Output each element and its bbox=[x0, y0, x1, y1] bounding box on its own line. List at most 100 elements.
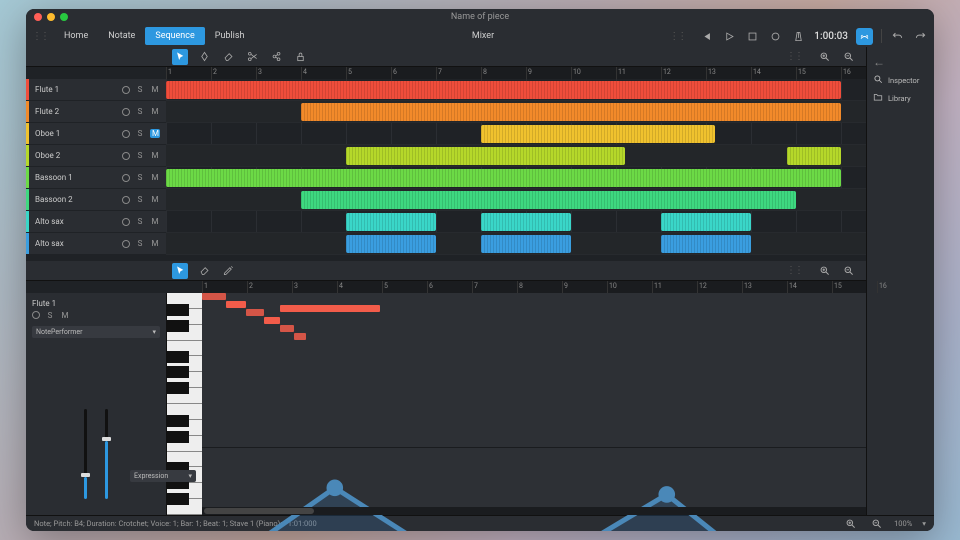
clip[interactable] bbox=[166, 81, 841, 99]
mute-button[interactable]: M bbox=[150, 173, 160, 182]
mute-button[interactable]: M bbox=[150, 195, 160, 204]
maximize-button[interactable] bbox=[60, 13, 68, 21]
solo-button[interactable]: S bbox=[135, 151, 145, 160]
clip[interactable] bbox=[346, 235, 436, 253]
mute-button[interactable]: M bbox=[60, 311, 70, 320]
minimize-button[interactable] bbox=[47, 13, 55, 21]
track-header[interactable]: Oboe 2SM bbox=[26, 145, 166, 167]
automation-mode-select[interactable]: Expression▾ bbox=[130, 470, 196, 482]
zoom-in-button[interactable] bbox=[816, 49, 832, 65]
track-header[interactable]: Bassoon 1SM bbox=[26, 167, 166, 189]
record-arm-button[interactable] bbox=[122, 152, 130, 160]
link-tool[interactable] bbox=[268, 49, 284, 65]
track-lanes[interactable] bbox=[166, 79, 866, 255]
clip[interactable] bbox=[301, 103, 841, 121]
solo-button[interactable]: S bbox=[135, 217, 145, 226]
draw-tool[interactable] bbox=[220, 263, 236, 279]
mixer-toggle[interactable]: Mixer bbox=[466, 31, 494, 41]
record-arm-button[interactable] bbox=[122, 218, 130, 226]
solo-button[interactable]: S bbox=[135, 85, 145, 94]
scissors-tool[interactable] bbox=[244, 49, 260, 65]
ruler[interactable]: 12345678910111213141516 bbox=[202, 281, 866, 293]
redo-button[interactable] bbox=[913, 29, 928, 44]
menubar-tab-home[interactable]: Home bbox=[54, 27, 98, 45]
view-button[interactable] bbox=[856, 28, 873, 45]
record-arm-button[interactable] bbox=[122, 108, 130, 116]
note[interactable] bbox=[246, 309, 264, 316]
zoom-out-button[interactable] bbox=[840, 49, 856, 65]
track-header[interactable]: Oboe 1SM bbox=[26, 123, 166, 145]
clip[interactable] bbox=[481, 213, 571, 231]
track-header[interactable]: Alto saxSM bbox=[26, 233, 166, 255]
record-arm-button[interactable] bbox=[122, 174, 130, 182]
piano-roll[interactable] bbox=[202, 293, 866, 447]
track-lane[interactable] bbox=[166, 211, 866, 233]
track-lane[interactable] bbox=[166, 189, 866, 211]
track-lane[interactable] bbox=[166, 167, 866, 189]
erase-tool[interactable] bbox=[220, 49, 236, 65]
ruler[interactable]: 12345678910111213141516 bbox=[166, 67, 866, 79]
track-lane[interactable] bbox=[166, 123, 866, 145]
skip-back-button[interactable] bbox=[699, 29, 714, 44]
track-header[interactable]: Bassoon 2SM bbox=[26, 189, 166, 211]
panel-item-library[interactable]: Library bbox=[871, 89, 930, 107]
zoom-out-button[interactable] bbox=[868, 516, 884, 532]
track-header[interactable]: Flute 2SM bbox=[26, 101, 166, 123]
draw-tool[interactable] bbox=[196, 49, 212, 65]
clip[interactable] bbox=[166, 169, 841, 187]
menubar-tab-publish[interactable]: Publish bbox=[205, 27, 255, 45]
solo-button[interactable]: S bbox=[135, 173, 145, 182]
mute-button[interactable]: M bbox=[150, 129, 160, 138]
horizontal-scrollbar[interactable] bbox=[202, 507, 866, 515]
note[interactable] bbox=[280, 305, 380, 312]
solo-button[interactable]: S bbox=[45, 311, 55, 320]
mute-button[interactable]: M bbox=[150, 151, 160, 160]
transport-time[interactable]: 1:00:03 bbox=[814, 31, 848, 42]
erase-tool[interactable] bbox=[196, 263, 212, 279]
pointer-tool[interactable] bbox=[172, 49, 188, 65]
record-arm-button[interactable] bbox=[122, 86, 130, 94]
record-arm-button[interactable] bbox=[122, 240, 130, 248]
menubar-tab-sequence[interactable]: Sequence bbox=[145, 27, 204, 45]
clip[interactable] bbox=[481, 125, 715, 143]
note[interactable] bbox=[294, 333, 306, 340]
clip[interactable] bbox=[787, 147, 841, 165]
collapse-panel-button[interactable]: ← bbox=[871, 53, 930, 71]
solo-button[interactable]: S bbox=[135, 107, 145, 116]
mute-button[interactable]: M bbox=[150, 85, 160, 94]
track-lane[interactable] bbox=[166, 233, 866, 255]
stop-button[interactable] bbox=[745, 29, 760, 44]
record-arm-button[interactable] bbox=[122, 196, 130, 204]
solo-button[interactable]: S bbox=[135, 239, 145, 248]
note[interactable] bbox=[226, 301, 246, 308]
track-header[interactable]: Alto saxSM bbox=[26, 211, 166, 233]
note[interactable] bbox=[280, 325, 294, 332]
clip[interactable] bbox=[661, 235, 751, 253]
pointer-tool[interactable] bbox=[172, 263, 188, 279]
track-header[interactable]: Flute 1SM bbox=[26, 79, 166, 101]
fader-1[interactable] bbox=[84, 409, 87, 499]
note[interactable] bbox=[202, 293, 226, 300]
fader-2[interactable] bbox=[105, 409, 108, 499]
clip[interactable] bbox=[301, 191, 796, 209]
mute-button[interactable]: M bbox=[150, 217, 160, 226]
zoom-level[interactable]: 100% bbox=[894, 519, 912, 528]
clip[interactable] bbox=[481, 235, 571, 253]
instrument-select[interactable]: NotePerformer▾ bbox=[32, 326, 160, 338]
play-button[interactable] bbox=[722, 29, 737, 44]
track-lane[interactable] bbox=[166, 145, 866, 167]
track-lane[interactable] bbox=[166, 79, 866, 101]
zoom-out-button[interactable] bbox=[840, 263, 856, 279]
clip[interactable] bbox=[346, 147, 625, 165]
menubar-tab-notate[interactable]: Notate bbox=[98, 27, 145, 45]
track-lane[interactable] bbox=[166, 101, 866, 123]
clip[interactable] bbox=[661, 213, 751, 231]
zoom-in-button[interactable] bbox=[816, 263, 832, 279]
solo-button[interactable]: S bbox=[135, 129, 145, 138]
automation-lane[interactable]: Expression▾ bbox=[202, 447, 866, 507]
solo-button[interactable]: S bbox=[135, 195, 145, 204]
metronome-button[interactable] bbox=[791, 29, 806, 44]
undo-button[interactable] bbox=[890, 29, 905, 44]
lock-tool[interactable] bbox=[292, 49, 308, 65]
note[interactable] bbox=[264, 317, 280, 324]
